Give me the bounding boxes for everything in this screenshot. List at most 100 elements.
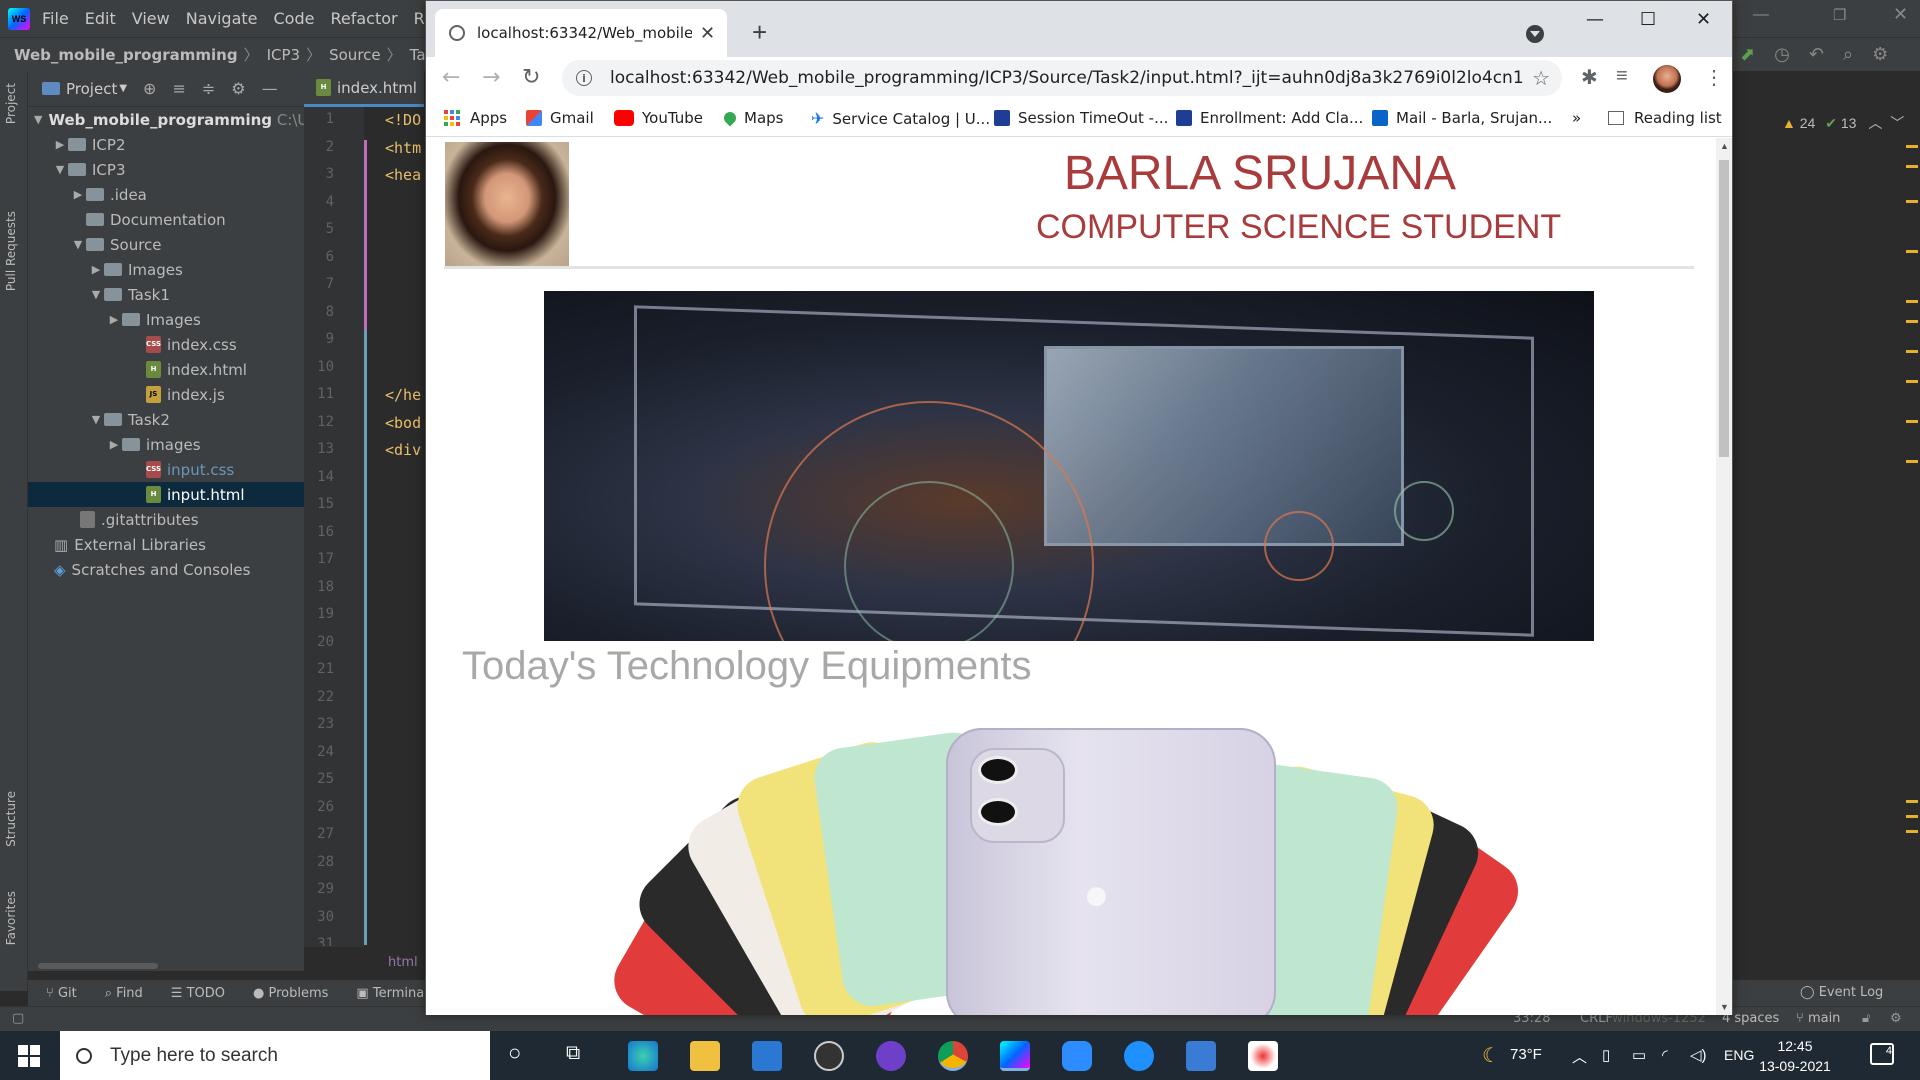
taskbar-search-box[interactable]: Type here to search — [60, 1031, 490, 1080]
crumb-icp3[interactable]: ICP3 — [267, 46, 301, 64]
windows-start-icon[interactable] — [18, 1045, 40, 1067]
warning-marker[interactable] — [1906, 320, 1918, 323]
chrome-icon[interactable] — [938, 1041, 968, 1071]
project-tool-tab[interactable]: Project — [4, 83, 18, 124]
undo-icon[interactable]: ↶ — [1809, 44, 1824, 64]
menu-code[interactable]: Code — [274, 9, 315, 28]
chevron-right-icon[interactable]: ▶ — [106, 313, 122, 326]
volume-icon[interactable]: ◁) — [1690, 1046, 1707, 1064]
chevron-down-icon[interactable]: ▼ — [70, 238, 86, 251]
expand-all-icon[interactable]: ≡ — [172, 79, 185, 98]
todo-tool-tab[interactable]: ☰ TODO — [171, 986, 225, 1001]
warning-marker[interactable] — [1906, 165, 1918, 168]
favorites-tool-tab[interactable]: Favorites — [4, 891, 18, 945]
terminal-tool-tab[interactable]: ▣ Terminal — [356, 986, 427, 1001]
bookmark-youtube[interactable]: YouTube — [614, 109, 703, 127]
maximize-icon[interactable]: ☐ — [1640, 9, 1656, 30]
close-tab-icon[interactable]: ✕ — [700, 23, 715, 44]
warning-marker[interactable] — [1906, 800, 1918, 803]
bookmark-apps[interactable]: Apps — [444, 109, 507, 127]
code-line[interactable]: <hea — [385, 166, 425, 184]
device-icon[interactable]: ▯ — [1602, 1046, 1610, 1064]
chevron-right-icon[interactable]: ▶ — [106, 438, 122, 451]
chevron-down-icon[interactable]: ▼ — [34, 113, 42, 126]
webstorm-icon[interactable] — [1000, 1041, 1030, 1071]
cortana-icon[interactable]: ○ — [508, 1040, 521, 1066]
tree-item-task2-images[interactable]: ▶ images — [28, 432, 304, 457]
tree-item-icp3[interactable]: ▼ ICP3 — [28, 157, 304, 182]
code-line[interactable]: <!DO — [385, 111, 425, 129]
structure-tool-tab[interactable]: Structure — [4, 791, 18, 847]
back-icon[interactable]: ← — [442, 65, 460, 90]
url-text[interactable]: localhost:63342/Web_mobile_programming/I… — [610, 68, 1525, 88]
warning-marker[interactable] — [1906, 380, 1918, 383]
dell-icon[interactable] — [814, 1041, 844, 1071]
bookmark-enrollment[interactable]: Enrollment: Add Cla... — [1176, 109, 1363, 127]
settings-icon[interactable]: ⚙ — [1872, 44, 1888, 64]
menu-edit[interactable]: Edit — [85, 9, 116, 28]
chevron-up-icon[interactable]: ︿ — [1868, 115, 1882, 131]
task-view-icon[interactable]: ⧉ — [566, 1042, 580, 1065]
tree-item-idea[interactable]: ▶ .idea — [28, 182, 304, 207]
tree-item-index-js[interactable]: JS index.js — [28, 382, 304, 407]
media-icon[interactable]: ≡ — [1616, 65, 1628, 88]
collapse-all-icon[interactable]: ≑ — [202, 79, 215, 98]
weather-moon-icon[interactable]: ☾ — [1482, 1043, 1500, 1068]
reload-icon[interactable]: ↻ — [522, 65, 540, 90]
taskbar-clock[interactable]: 12:45 13-09-2021 — [1750, 1036, 1840, 1076]
gear-icon[interactable]: ⚙ — [231, 79, 245, 98]
zoom-icon[interactable] — [1062, 1041, 1092, 1071]
bookmark-maps[interactable]: Maps — [721, 109, 783, 127]
find-tool-tab[interactable]: ⌕ Find — [105, 986, 143, 1001]
address-bar[interactable]: i localhost:63342/Web_mobile_programming… — [562, 60, 1562, 96]
warning-marker[interactable] — [1906, 300, 1918, 303]
tree-item-icp2[interactable]: ▶ ICP2 — [28, 132, 304, 157]
warning-marker[interactable] — [1906, 815, 1918, 818]
layout-icon[interactable]: ▢ — [12, 1011, 24, 1026]
edge-icon[interactable] — [628, 1041, 658, 1071]
menu-navigate[interactable]: Navigate — [186, 9, 258, 28]
scroll-up-icon[interactable]: ▲ — [1720, 141, 1729, 151]
dropdown-icon[interactable]: ▼ — [119, 83, 127, 94]
bookmark-gmail[interactable]: Gmail — [526, 109, 594, 127]
tree-item-input-html[interactable]: Hinput.html — [28, 482, 304, 507]
locate-icon[interactable]: ⊕ — [143, 79, 156, 98]
tree-item-external-libraries[interactable]: ▥ External Libraries — [28, 532, 304, 557]
chevron-right-icon[interactable]: ▶ — [70, 188, 86, 201]
extensions-icon[interactable]: ✱ — [1581, 65, 1598, 90]
info-icon[interactable]: i — [576, 70, 592, 86]
chevron-down-icon[interactable]: ▼ — [52, 163, 68, 176]
tree-item-gitattributes[interactable]: .gitattributes — [28, 507, 304, 532]
tree-item-index-html[interactable]: Hindex.html — [28, 357, 304, 382]
menu-refactor[interactable]: Refactor — [330, 9, 397, 28]
minimize-icon[interactable]: — — [1753, 6, 1769, 24]
event-log-button[interactable]: ◯ Event Log — [1800, 985, 1883, 1000]
github-desktop-icon[interactable] — [876, 1041, 906, 1071]
hide-icon[interactable]: — — [262, 79, 278, 98]
new-tab-button[interactable]: + — [752, 17, 767, 48]
forward-icon[interactable]: → — [482, 65, 500, 90]
notification-icon[interactable]: ⚙ — [1890, 1011, 1902, 1026]
history-icon[interactable]: ◷ — [1774, 44, 1790, 64]
warning-marker[interactable] — [1906, 830, 1918, 833]
restore-icon[interactable]: ❐ — [1833, 6, 1846, 24]
chevron-right-icon[interactable]: ▶ — [52, 138, 68, 151]
warning-marker[interactable] — [1906, 250, 1918, 253]
build-icon[interactable]: ⬈ — [1740, 44, 1755, 64]
page-scrollbar[interactable]: ▲ ▼ — [1716, 138, 1732, 1015]
git-branch[interactable]: ⑂ main — [1796, 1011, 1840, 1026]
warning-marker[interactable] — [1906, 460, 1918, 463]
crumb-project[interactable]: Web_mobile_programming — [14, 46, 238, 64]
wifi-icon[interactable]: ◜ — [1662, 1046, 1668, 1064]
code-line[interactable]: </he — [385, 386, 425, 404]
crumb-source[interactable]: Source — [329, 46, 381, 64]
warning-marker[interactable] — [1906, 350, 1918, 353]
tree-item-input-css[interactable]: CSS input.css — [28, 457, 304, 482]
code-line[interactable]: <htm — [385, 139, 425, 157]
chevron-down-icon[interactable]: ﹀ — [1890, 115, 1904, 131]
code-line[interactable]: <div — [385, 441, 425, 459]
bookmark-service-catalog[interactable]: ✈ Service Catalog | U... — [811, 109, 990, 128]
code-line[interactable]: <bod — [385, 414, 425, 432]
horizontal-scrollbar[interactable] — [38, 963, 158, 969]
tree-item-scratches[interactable]: ◈ Scratches and Consoles — [28, 557, 304, 582]
